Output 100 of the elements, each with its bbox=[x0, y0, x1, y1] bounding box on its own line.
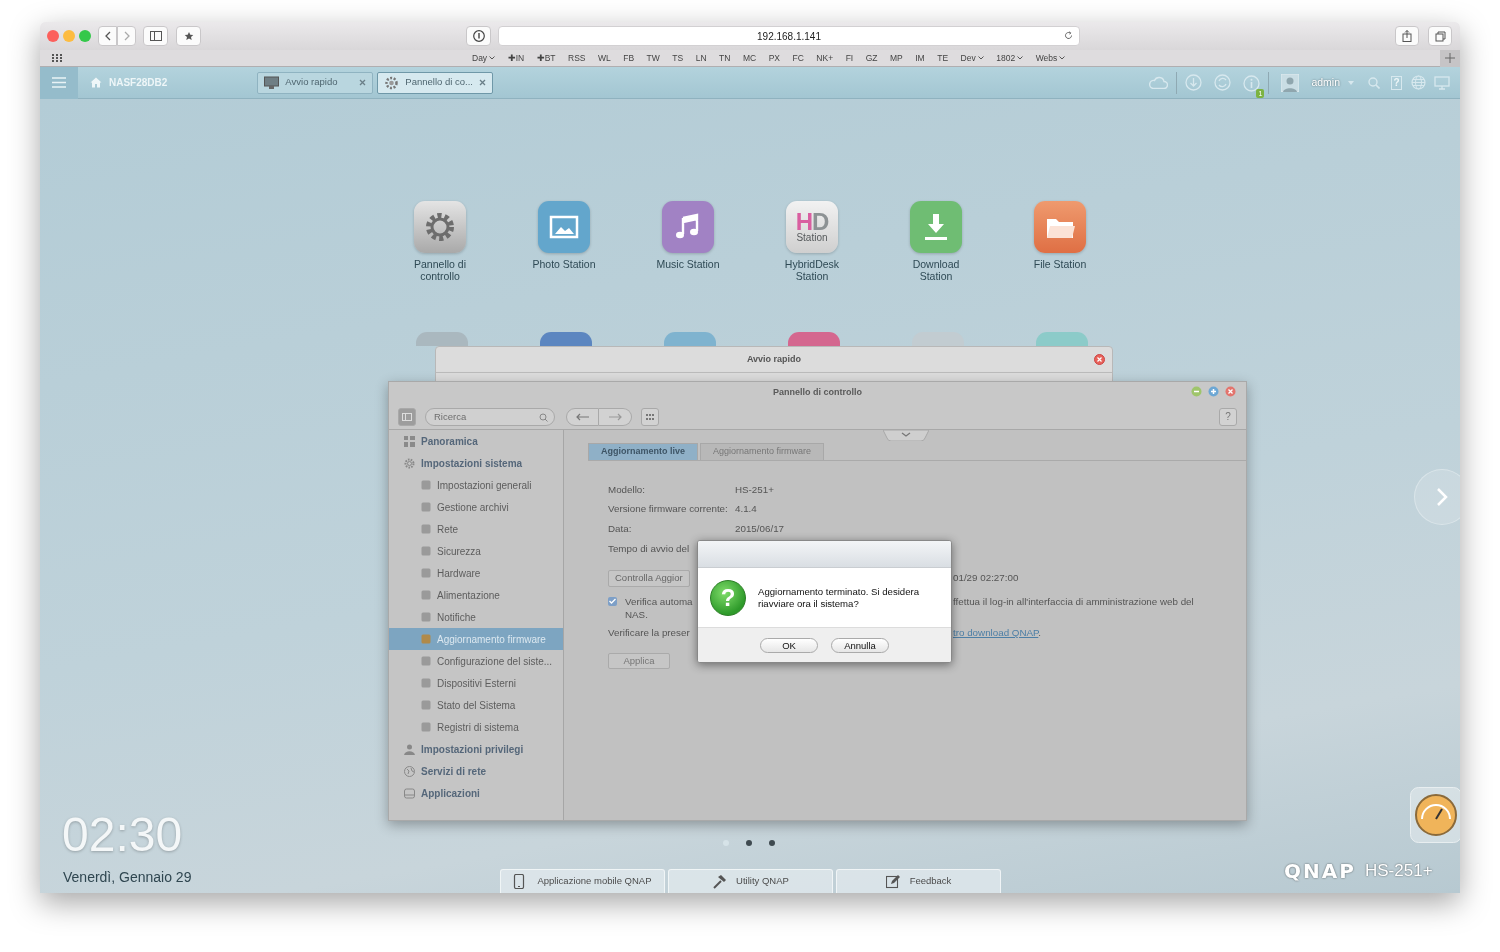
download-icon[interactable] bbox=[910, 201, 962, 253]
app-label[interactable]: File Station bbox=[1020, 258, 1100, 270]
info-button[interactable] bbox=[466, 26, 491, 46]
sidebar-button[interactable] bbox=[143, 26, 168, 46]
checkbox[interactable] bbox=[608, 596, 617, 606]
sidebar-item[interactable]: Notifiche bbox=[389, 606, 563, 628]
back-button[interactable] bbox=[98, 26, 117, 46]
share-button[interactable] bbox=[1395, 26, 1419, 46]
window-tab[interactable]: Avvio rapido bbox=[257, 71, 374, 94]
info-icon[interactable] bbox=[1243, 74, 1261, 92]
app-icon[interactable] bbox=[788, 332, 840, 346]
sidebar-item[interactable]: Stato del Sistema bbox=[389, 694, 563, 716]
search-field[interactable]: Ricerca bbox=[425, 407, 555, 426]
app-label[interactable]: Pannello di controllo bbox=[400, 258, 480, 282]
close-icon[interactable] bbox=[359, 79, 367, 86]
bookmark-link[interactable]: TN bbox=[719, 51, 731, 65]
caret-icon[interactable] bbox=[1348, 80, 1354, 85]
bookmark-link[interactable]: PX bbox=[768, 51, 780, 65]
tab[interactable]: Aggiornamento live bbox=[588, 443, 698, 460]
bookmark-link[interactable]: TS bbox=[672, 51, 684, 65]
collapse-button[interactable] bbox=[883, 430, 929, 441]
bookmark-link[interactable]: FI bbox=[845, 51, 854, 65]
bookmark-link[interactable]: Webs bbox=[1035, 51, 1066, 65]
close-button[interactable] bbox=[1225, 386, 1236, 397]
address-field[interactable]: 192.168.1.141 bbox=[498, 26, 1080, 46]
sidebar-item[interactable]: Registri di sistema bbox=[389, 716, 563, 738]
sidebar-item[interactable]: Impostazioni sistema bbox=[389, 452, 563, 474]
sidebar-item[interactable]: Configurazione del siste... bbox=[389, 650, 563, 672]
download-icon[interactable] bbox=[1185, 74, 1203, 91]
sidebar-item[interactable]: Sicurezza bbox=[389, 540, 563, 562]
page-dot[interactable] bbox=[746, 840, 752, 846]
bookmark-link[interactable]: IM bbox=[915, 51, 925, 65]
bookmark-link[interactable]: FB bbox=[623, 51, 635, 65]
sidebar-item[interactable]: Dispositivi Esterni bbox=[389, 672, 563, 694]
gear-icon[interactable] bbox=[414, 201, 466, 253]
app-icon[interactable] bbox=[540, 332, 592, 346]
bookmark-link[interactable]: 1802 bbox=[996, 51, 1024, 65]
bookmark-link[interactable]: LN bbox=[695, 51, 707, 65]
help-button[interactable]: ? bbox=[1219, 407, 1237, 426]
search-icon[interactable] bbox=[1368, 76, 1380, 89]
cloud-icon[interactable] bbox=[1148, 76, 1169, 89]
bookmark-link[interactable]: ✚IN bbox=[507, 51, 525, 65]
globe-icon[interactable] bbox=[1411, 75, 1426, 90]
tabs-button[interactable] bbox=[1428, 26, 1452, 46]
minimize-button[interactable] bbox=[63, 30, 75, 42]
zoom-button[interactable] bbox=[79, 30, 91, 42]
bookmark-link[interactable]: WL bbox=[598, 51, 611, 65]
sidebar-item[interactable]: Applicazioni bbox=[389, 782, 563, 804]
sidebar-item[interactable]: Hardware bbox=[389, 562, 563, 584]
sidebar-item[interactable]: Impostazioni generali bbox=[389, 474, 563, 496]
app-label[interactable]: HybridDesk Station bbox=[772, 258, 852, 282]
maximize-button[interactable] bbox=[1208, 386, 1219, 397]
close-button[interactable] bbox=[47, 30, 59, 42]
search-icon[interactable] bbox=[539, 412, 548, 422]
minimize-button[interactable] bbox=[1191, 386, 1202, 397]
app-label[interactable]: Music Station bbox=[648, 258, 728, 270]
app-label[interactable]: Download Station bbox=[896, 258, 976, 282]
shortcut-button[interactable]: Utility QNAP bbox=[668, 869, 833, 893]
music-note-icon[interactable] bbox=[662, 201, 714, 253]
dialog-button[interactable]: OK bbox=[760, 637, 818, 653]
monitor-icon[interactable] bbox=[1434, 75, 1450, 90]
sidebar-item[interactable]: Gestione archivi bbox=[389, 496, 563, 518]
gauge-icon[interactable] bbox=[1410, 787, 1460, 843]
sidebar-item[interactable]: Panoramica bbox=[389, 430, 563, 452]
bookmark-link[interactable]: Dev bbox=[960, 51, 984, 65]
bookmark-link[interactable]: RSS bbox=[568, 51, 586, 65]
back-button[interactable] bbox=[566, 407, 599, 426]
shortcut-button[interactable]: Applicazione mobile QNAP bbox=[500, 869, 665, 893]
forward-button[interactable] bbox=[599, 407, 632, 426]
sidebar-toggle-button[interactable] bbox=[398, 407, 416, 426]
next-page-button[interactable] bbox=[1414, 469, 1460, 525]
reload-icon[interactable] bbox=[1064, 31, 1073, 40]
sync-icon[interactable] bbox=[1214, 74, 1232, 91]
sidebar-item[interactable]: Rete bbox=[389, 518, 563, 540]
forward-button[interactable] bbox=[117, 26, 136, 46]
bookmark-link[interactable]: GZ bbox=[865, 51, 878, 65]
apps-grid-icon[interactable] bbox=[52, 54, 62, 62]
apps-grid-button[interactable] bbox=[641, 407, 659, 426]
app-icon[interactable]: HD Station bbox=[786, 201, 838, 253]
app-icon[interactable] bbox=[664, 332, 716, 346]
dialog-button[interactable]: Annulla bbox=[831, 637, 889, 653]
check-update-button[interactable]: Controlla Aggior bbox=[608, 569, 690, 587]
bookmark-link[interactable]: ✚BT bbox=[536, 51, 556, 65]
home-icon[interactable] bbox=[90, 77, 102, 88]
app-icon[interactable] bbox=[1036, 332, 1088, 346]
bookmark-link[interactable]: FC bbox=[792, 51, 804, 65]
window-tab[interactable]: Pannello di co... bbox=[377, 71, 494, 94]
page-dot[interactable] bbox=[769, 840, 775, 846]
avatar-icon[interactable] bbox=[1281, 73, 1300, 92]
bookmark-link[interactable]: MP bbox=[890, 51, 903, 65]
sidebar-item[interactable]: Impostazioni privilegi bbox=[389, 738, 563, 760]
bookmark-link[interactable]: TW bbox=[646, 51, 660, 65]
sidebar-item[interactable]: Alimentazione bbox=[389, 584, 563, 606]
bookmark-link[interactable]: NK+ bbox=[816, 51, 834, 65]
bookmark-link[interactable]: MC bbox=[742, 51, 757, 65]
close-icon[interactable] bbox=[479, 79, 487, 86]
close-button[interactable] bbox=[1094, 354, 1105, 365]
picture-icon[interactable] bbox=[538, 201, 590, 253]
folder-icon[interactable] bbox=[1034, 201, 1086, 253]
app-icon[interactable] bbox=[416, 332, 468, 346]
